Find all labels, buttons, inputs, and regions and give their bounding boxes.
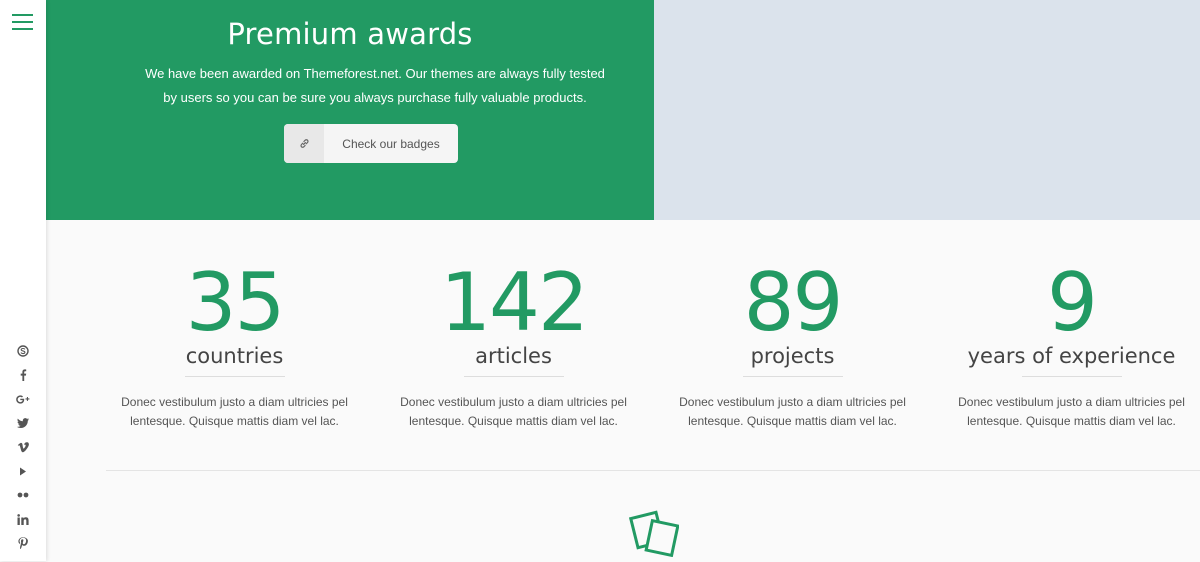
counter-description: Donec vestibulum justo a diam ultricies … (95, 393, 374, 431)
counter-description-line: lentesque. Quisque mattis diam vel lac. (409, 414, 618, 428)
hero-description: We have been awarded on Themeforest.net.… (126, 62, 624, 110)
social-links (0, 339, 46, 555)
counter-projects: 89 projects Donec vestibulum justo a dia… (653, 258, 932, 431)
counter-label: countries (185, 344, 284, 368)
counter-divider (742, 376, 843, 377)
link-icon (284, 124, 324, 163)
vimeo-icon[interactable] (0, 435, 46, 459)
counter-label: years of experience (967, 344, 1176, 368)
counter-description: Donec vestibulum justo a diam ultricies … (932, 393, 1200, 431)
counter-label: articles (475, 344, 552, 368)
counter-number: 89 (743, 256, 844, 349)
counter-description-line: Donec vestibulum justo a diam ultricies … (400, 395, 627, 409)
hero-section: Premium awards We have been awarded on T… (46, 0, 654, 220)
counter-label: projects (750, 344, 835, 368)
counter-description-line: lentesque. Quisque mattis diam vel lac. (130, 414, 339, 428)
counter-number: 142 (440, 256, 589, 349)
counter-divider (1021, 376, 1122, 377)
hero-title: Premium awards (227, 17, 473, 51)
counter-number: 35 (185, 256, 286, 349)
hero-image-panel (654, 0, 1200, 220)
twitter-icon[interactable] (0, 411, 46, 435)
counter-description-line: Donec vestibulum justo a diam ultricies … (679, 395, 906, 409)
counter-number: 9 (1047, 256, 1098, 349)
counter-description-line: Donec vestibulum justo a diam ultricies … (958, 395, 1185, 409)
counter-years: 9 years of experience Donec vestibulum j… (932, 258, 1200, 431)
counter-articles: 142 articles Donec vestibulum justo a di… (374, 258, 653, 431)
skype-icon[interactable] (0, 339, 46, 363)
linkedin-icon[interactable] (0, 507, 46, 531)
pinterest-icon[interactable] (0, 531, 46, 555)
counter-divider (184, 376, 285, 377)
check-badges-label: Check our badges (342, 136, 440, 151)
cards-icon (628, 509, 680, 562)
counter-description-line: lentesque. Quisque mattis diam vel lac. (688, 414, 897, 428)
counter-description: Donec vestibulum justo a diam ultricies … (653, 393, 932, 431)
flickr-icon[interactable] (0, 483, 46, 507)
counter-description-line: Donec vestibulum justo a diam ultricies … (121, 395, 348, 409)
counter-countries: 35 countries Donec vestibulum justo a di… (95, 258, 374, 431)
youtube-icon[interactable] (0, 459, 46, 483)
hero-description-line: We have been awarded on Themeforest.net.… (145, 66, 605, 81)
counter-description-line: lentesque. Quisque mattis diam vel lac. (967, 414, 1176, 428)
counter-divider (463, 376, 564, 377)
menu-icon[interactable] (12, 14, 33, 30)
hero-description-line: by users so you can be sure you always p… (163, 90, 587, 105)
counter-description: Donec vestibulum justo a diam ultricies … (374, 393, 653, 431)
google-plus-icon[interactable] (0, 387, 46, 411)
facebook-icon[interactable] (0, 363, 46, 387)
section-divider (106, 470, 1200, 471)
check-badges-button[interactable]: Check our badges (284, 124, 458, 163)
sidebar (0, 0, 46, 561)
